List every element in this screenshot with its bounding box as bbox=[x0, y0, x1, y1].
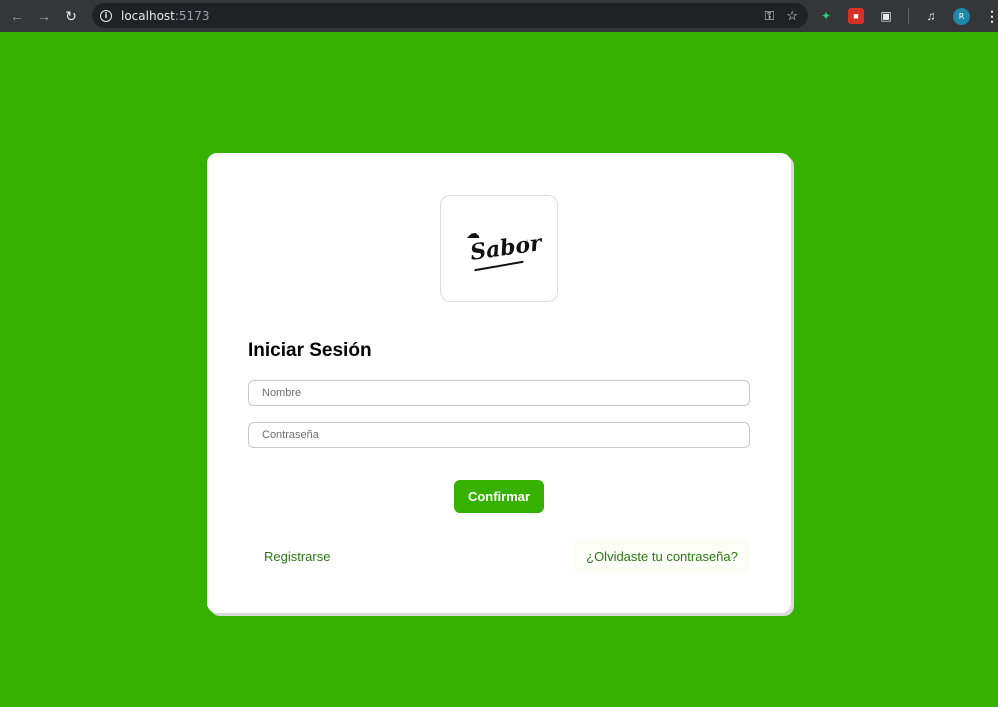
menu-kebab-icon[interactable]: ⋮ bbox=[984, 8, 998, 24]
browser-toolbar: ← → ↻ i localhost:5173 ⚿ ☆ ✦ ■ ▣ ♫ R ⋮ bbox=[0, 0, 998, 32]
url-host: localhost bbox=[121, 8, 175, 23]
forgot-password-link[interactable]: ¿Olvidaste tu contraseña? bbox=[574, 538, 750, 574]
login-card: ☁ Sabor ··· Iniciar Sesión Confirmar Reg… bbox=[207, 153, 791, 613]
sabor-logo: ☁ Sabor ··· bbox=[464, 223, 543, 275]
toolbar-divider bbox=[908, 8, 909, 24]
media-controls-icon[interactable]: ♫ bbox=[923, 8, 939, 24]
url-port: :5173 bbox=[174, 8, 210, 23]
url-text[interactable]: localhost:5173 bbox=[121, 9, 209, 23]
logo-dots-decoration: ··· bbox=[526, 236, 536, 244]
register-link[interactable]: Registrarse bbox=[264, 538, 330, 574]
password-input[interactable] bbox=[248, 422, 750, 448]
site-info-icon[interactable]: i bbox=[100, 9, 112, 22]
bookmark-star-icon[interactable]: ☆ bbox=[786, 8, 798, 24]
name-input[interactable] bbox=[248, 380, 750, 406]
forward-arrow-icon[interactable]: → bbox=[34, 6, 54, 26]
password-key-icon[interactable]: ⚿ bbox=[764, 8, 774, 24]
reload-icon[interactable]: ↻ bbox=[61, 6, 81, 26]
back-arrow-icon[interactable]: ← bbox=[7, 6, 27, 26]
extension-red-icon[interactable]: ■ bbox=[848, 8, 864, 24]
logo-container: ☁ Sabor ··· bbox=[440, 195, 558, 302]
confirm-button[interactable]: Confirmar bbox=[454, 480, 544, 513]
extensions-puzzle-icon[interactable]: ▣ bbox=[878, 8, 894, 24]
profile-avatar[interactable]: R bbox=[953, 7, 970, 25]
address-bar[interactable]: i localhost:5173 ⚿ ☆ bbox=[92, 3, 808, 28]
page-title: Iniciar Sesión bbox=[248, 340, 372, 361]
extension-leaf-icon[interactable]: ✦ bbox=[818, 8, 834, 24]
